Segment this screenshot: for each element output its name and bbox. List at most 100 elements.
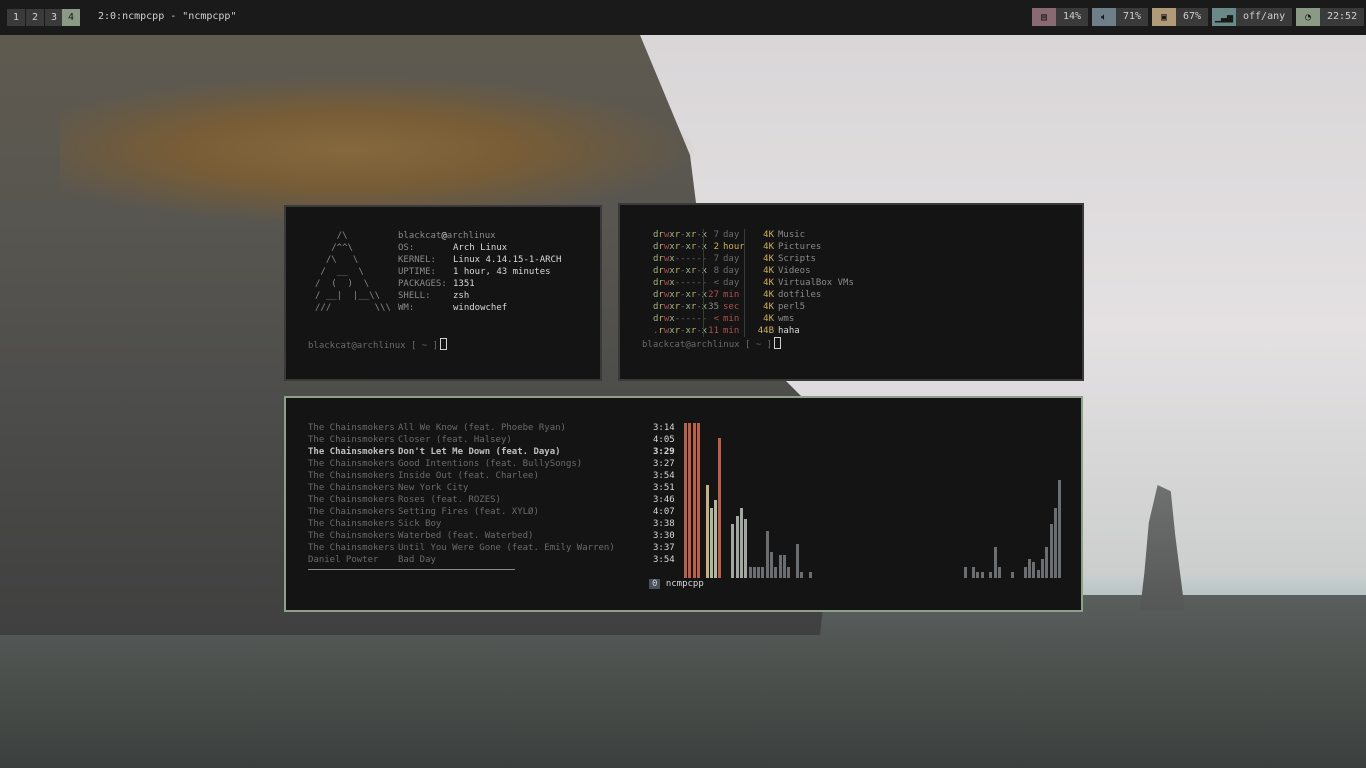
visualizer-bar — [997, 567, 1001, 578]
permissions: drwxr-xr-x — [653, 266, 708, 276]
visualizer-bar — [963, 567, 967, 578]
track-artist: The Chainsmokers — [308, 519, 395, 529]
fetch-value: Arch Linux — [453, 243, 508, 253]
track-artist: The Chainsmokers — [308, 459, 395, 469]
visualizer-bar — [684, 423, 687, 578]
workspace-3-button[interactable]: 3 — [45, 9, 63, 26]
memory-status[interactable]: ▤ 14% — [1032, 8, 1089, 26]
visualizer-bar — [1010, 572, 1014, 578]
file-size: 4K — [763, 230, 774, 240]
age-unit: day — [723, 254, 740, 264]
visualizer-bar — [1023, 567, 1027, 578]
age-unit: day — [723, 230, 740, 240]
ncmpcpp-window[interactable]: The Chainsmokers All We Know (feat. Phoeb… — [284, 396, 1083, 612]
visualizer-bar — [696, 423, 700, 578]
age-number: 7 — [713, 254, 719, 264]
track-artist: The Chainsmokers — [308, 495, 395, 505]
age-number: 27 — [708, 290, 719, 300]
ncmpcpp-tab[interactable]: 0 ncmpcpp — [649, 578, 704, 590]
track-artist: Daniel Powter — [308, 555, 379, 565]
file-name: haha — [778, 326, 800, 336]
wallpaper-grass — [60, 75, 700, 225]
fetch-value: 1 hour, 43 minutes — [453, 267, 551, 277]
column-separator — [703, 229, 704, 337]
track-duration: 3:27 — [653, 459, 675, 469]
track-duration: 3:14 — [653, 423, 675, 433]
ascii-line: / __| |__\\ — [315, 291, 381, 301]
network-status[interactable]: ▁▃▅ off/any — [1212, 8, 1293, 26]
age-number: 2 — [713, 242, 719, 252]
track-title: Good Intentions (feat. BullySongs) — [398, 459, 583, 469]
progress-bar[interactable] — [308, 569, 515, 570]
workspace-4-button[interactable]: 4 — [62, 9, 80, 26]
listing-prompt[interactable]: blackcat@archlinux [ ~ ] — [642, 337, 782, 351]
clock-status[interactable]: ◔ 22:52 — [1296, 8, 1365, 26]
visualizer-bar — [778, 555, 782, 578]
tab-label: ncmpcpp — [665, 579, 704, 589]
fetch-value: Linux 4.14.15-1-ARCH — [453, 255, 562, 265]
track-title: Sick Boy — [398, 519, 442, 529]
volume-status[interactable]: 🔈︎ 71% — [1092, 8, 1149, 26]
track-duration: 3:37 — [653, 543, 675, 553]
visualizer-bar — [800, 572, 804, 578]
age-number: < — [713, 278, 719, 288]
age-unit: sec — [723, 302, 740, 312]
ascii-line: /\ — [315, 231, 348, 241]
file-name: perl5 — [778, 302, 806, 312]
visualizer-bar — [761, 567, 765, 578]
visualizer-bar — [795, 544, 799, 578]
track-title: Waterbed (feat. Waterbed) — [398, 531, 534, 541]
workspace-2-button[interactable]: 2 — [26, 9, 44, 26]
track-duration: 3:54 — [653, 471, 675, 481]
visualizer-bar — [752, 567, 756, 578]
visualizer-bar — [774, 567, 778, 578]
fetch-prompt[interactable]: blackcat@archlinux [ ~ ] — [308, 338, 448, 352]
visualizer-bar — [765, 531, 769, 578]
file-size: 4K — [763, 242, 774, 252]
file-name: Pictures — [778, 242, 822, 252]
visualizer-bar — [692, 423, 696, 578]
fetch-value: 1351 — [453, 279, 475, 289]
visualizer-bar — [1045, 547, 1049, 578]
workspace-1-button[interactable]: 1 — [7, 9, 25, 26]
file-name: dotfiles — [778, 290, 822, 300]
visualizer-bar — [787, 567, 791, 578]
battery-status[interactable]: ▣ 67% — [1152, 8, 1209, 26]
terminal-cursor — [440, 338, 448, 350]
window-title: 2:0:ncmpcpp - "ncmpcpp" — [98, 11, 237, 22]
memory-value: 14% — [1056, 8, 1089, 26]
file-size: 44B — [757, 326, 774, 336]
track-artist: The Chainsmokers — [308, 447, 395, 457]
fetch-value: windowchef — [453, 303, 508, 313]
visualizer-bar — [1049, 524, 1053, 578]
track-title: Setting Fires (feat. XYLØ) — [398, 507, 539, 517]
memory-icon: ▤ — [1032, 8, 1056, 26]
permissions: .rwxr-xr-x — [653, 326, 708, 336]
clock-value: 22:52 — [1320, 8, 1365, 26]
visualizer-bar — [989, 572, 993, 578]
fetch-key: PACKAGES: — [398, 279, 447, 289]
fetch-terminal-window[interactable]: /\ /^^\ /\ \ / __ \ / ( ) \ / __| |__\\ … — [284, 205, 602, 381]
visualizer-bar — [718, 438, 722, 578]
permissions: drwxr-xr-x — [653, 290, 708, 300]
track-title: All We Know (feat. Phoebe Ryan) — [398, 423, 566, 433]
visualizer-bar — [808, 572, 812, 578]
visualizer-bar — [976, 572, 980, 578]
track-duration: 4:05 — [653, 435, 675, 445]
file-size: 4K — [763, 254, 774, 264]
track-duration: 4:07 — [653, 507, 675, 517]
permissions: drwxr-xr-x — [653, 302, 708, 312]
visualizer-bar — [714, 500, 718, 578]
file-size: 4K — [763, 278, 774, 288]
visualizer-bar — [757, 567, 761, 578]
volume-icon: 🔈︎ — [1092, 8, 1116, 26]
file-size: 4K — [763, 314, 774, 324]
file-listing-terminal-window[interactable]: drwxr-xr-x 7 day 4K Music drwxr-xr-x 2 hour 4K Pi… — [618, 203, 1084, 381]
tab-index: 0 — [649, 579, 661, 589]
signal-icon: ▁▃▅ — [1212, 8, 1236, 26]
file-size: 4K — [763, 302, 774, 312]
visualizer-bar — [739, 508, 743, 578]
age-number: 8 — [713, 266, 719, 276]
track-artist: The Chainsmokers — [308, 483, 395, 493]
ascii-line: / ( ) \ — [315, 279, 370, 289]
